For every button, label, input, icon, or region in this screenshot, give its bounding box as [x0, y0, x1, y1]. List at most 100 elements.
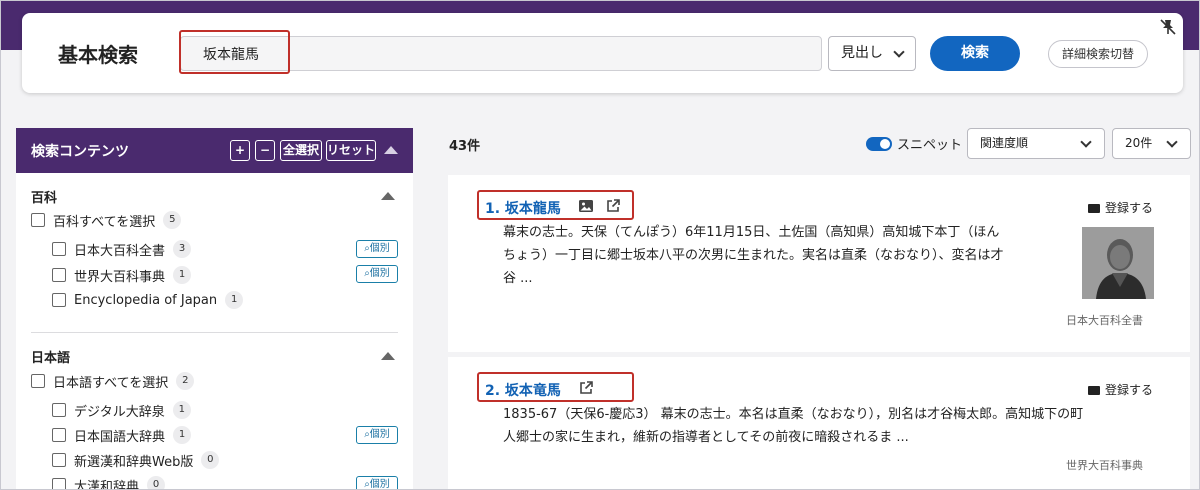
source-item-nikkoku[interactable]: 日本国語大辞典 1: [52, 425, 192, 445]
source-item-sekai[interactable]: 世界大百科事典 1: [52, 265, 192, 285]
select-all-hyakka[interactable]: 百科すべてを選択 5: [31, 210, 182, 230]
result-source: 日本大百科全書: [1066, 314, 1143, 327]
result-source: 世界大百科事典: [1066, 459, 1143, 472]
snippet-line: 谷 ...: [503, 271, 533, 286]
checkbox[interactable]: [31, 213, 45, 227]
checkbox-label: 日本大百科全書: [74, 243, 166, 259]
register-button[interactable]: 登録する: [1088, 381, 1153, 398]
source-item-daijisen[interactable]: デジタル大辞泉 1: [52, 400, 191, 420]
search-scope-label: 見出し: [841, 45, 883, 61]
basic-search-panel: 基本検索 見出し 検索 詳細検索切替: [22, 13, 1183, 93]
collapse-triangle-icon[interactable]: [384, 146, 398, 154]
portrait-image: [1082, 227, 1154, 299]
content-filter-title: 検索コンテンツ: [31, 144, 129, 160]
external-link-icon[interactable]: [605, 198, 621, 214]
expand-all-button[interactable]: +: [230, 140, 250, 161]
result-card: 1. 坂本龍馬 登録する 幕末の志士。天保（てんぽう）6年11月15日、土佐国（…: [448, 175, 1190, 352]
section-title-nihongo: 日本語: [31, 351, 71, 366]
result-snippet: 1835-67（天保6-慶応3） 幕末の志士。本名は直柔（なおなり），別名は才谷…: [503, 403, 1083, 449]
pin-off-icon[interactable]: [1159, 18, 1177, 36]
checkbox-label: 百科すべてを選択: [53, 214, 156, 230]
individual-search-button[interactable]: ⌕個別: [356, 265, 398, 283]
snippet-line: 幕末の志士。天保（てんぽう）6年11月15日、土佐国（高知県）高知城下本丁（ほん: [503, 225, 1000, 240]
collapse-triangle-icon[interactable]: [381, 192, 395, 200]
folder-plus-icon: [1088, 204, 1100, 213]
individual-search-button[interactable]: ⌕個別: [356, 476, 398, 490]
checkbox[interactable]: [31, 374, 45, 388]
search-input-wrapper: [180, 36, 822, 71]
individual-label: 個別: [369, 268, 390, 279]
section-divider: [31, 332, 398, 333]
source-item-daikanwa[interactable]: 大漢和辞典 0: [52, 475, 166, 490]
external-link-icon[interactable]: [578, 380, 594, 396]
snippet-toggle-label: スニペット: [897, 138, 963, 153]
checkbox[interactable]: [52, 293, 66, 307]
checkbox-label: Encyclopedia of Japan: [74, 292, 218, 308]
individual-label: 個別: [369, 429, 390, 440]
result-count: 43件: [449, 139, 481, 154]
result-title-link[interactable]: 1. 坂本龍馬: [485, 198, 561, 218]
count-badge: 0: [147, 476, 166, 490]
sort-order-label: 関連度順: [980, 136, 1029, 150]
register-button[interactable]: 登録する: [1088, 199, 1153, 216]
checkbox[interactable]: [52, 268, 66, 282]
search-title: 基本検索: [58, 43, 138, 67]
count-badge: 5: [163, 211, 182, 229]
count-badge: 0: [201, 451, 220, 469]
count-badge: 1: [173, 266, 192, 284]
image-icon[interactable]: [578, 198, 594, 214]
toggle-knob: [880, 139, 890, 149]
chevron-down-icon: [893, 46, 905, 58]
content-filter-header: 検索コンテンツ + − 全選択 リセット: [16, 128, 413, 173]
collapse-all-button[interactable]: −: [255, 140, 275, 161]
collapse-triangle-icon[interactable]: [381, 352, 395, 360]
checkbox[interactable]: [52, 453, 66, 467]
per-page-select[interactable]: 20件: [1112, 128, 1191, 159]
count-badge: 2: [176, 372, 195, 390]
checkbox-label: 日本語すべてを選択: [53, 375, 169, 391]
result-title-link[interactable]: 2. 坂本竜馬: [485, 380, 561, 400]
checkbox[interactable]: [52, 242, 66, 256]
individual-search-button[interactable]: ⌕個別: [356, 426, 398, 444]
source-item-kanwa-web[interactable]: 新選漢和辞典Web版 0: [52, 450, 220, 470]
chevron-down-icon: [1080, 136, 1092, 148]
checkbox[interactable]: [52, 403, 66, 417]
count-badge: 1: [173, 426, 192, 444]
section-title-hyakka: 百科: [31, 191, 58, 206]
content-filter-panel: 検索コンテンツ + − 全選択 リセット 百科 百科すべてを選択 5 日本大百科…: [16, 128, 413, 490]
snippet-toggle[interactable]: [866, 137, 892, 151]
result-card: 2. 坂本竜馬 登録する 1835-67（天保6-慶応3） 幕末の志士。本名は直…: [448, 357, 1190, 490]
checkbox-label: 日本国語大辞典: [74, 429, 166, 445]
advanced-search-toggle[interactable]: 詳細検索切替: [1048, 40, 1148, 68]
individual-label: 個別: [369, 479, 390, 490]
individual-search-button[interactable]: ⌕個別: [356, 240, 398, 258]
individual-label: 個別: [369, 243, 390, 254]
register-label: 登録する: [1105, 201, 1154, 215]
portrait-thumbnail[interactable]: [1082, 227, 1154, 299]
search-input[interactable]: [181, 37, 821, 70]
checkbox[interactable]: [52, 428, 66, 442]
snippet-line: 1835-67（天保6-慶応3） 幕末の志士。本名は直柔（なおなり），別名は才谷…: [503, 407, 1084, 422]
register-label: 登録する: [1105, 383, 1154, 397]
count-badge: 3: [173, 240, 192, 258]
checkbox[interactable]: [52, 478, 66, 490]
sort-order-select[interactable]: 関連度順: [967, 128, 1105, 159]
snippet-line: ちょう）一丁目に郷士坂本八平の次男に生まれた。実名は直柔（なおなり）、変名は才: [503, 248, 1004, 263]
search-scope-select[interactable]: 見出し: [828, 36, 916, 71]
folder-plus-icon: [1088, 386, 1100, 395]
checkbox-label: デジタル大辞泉: [74, 404, 165, 420]
per-page-label: 20件: [1125, 136, 1153, 150]
select-all-button[interactable]: 全選択: [280, 140, 322, 161]
checkbox-label: 世界大百科事典: [74, 269, 166, 285]
source-item-eoj[interactable]: Encyclopedia of Japan 1: [52, 290, 244, 310]
result-snippet: 幕末の志士。天保（てんぽう）6年11月15日、土佐国（高知県）高知城下本丁（ほん…: [503, 221, 1004, 290]
reset-button[interactable]: リセット: [326, 140, 376, 161]
count-badge: 1: [225, 291, 244, 309]
count-badge: 1: [172, 401, 191, 419]
select-all-nihongo[interactable]: 日本語すべてを選択 2: [31, 371, 195, 391]
checkbox-label: 大漢和辞典: [74, 479, 140, 490]
chevron-down-icon: [1166, 136, 1178, 148]
search-button[interactable]: 検索: [930, 36, 1020, 71]
source-item-nipponica[interactable]: 日本大百科全書 3: [52, 239, 192, 259]
snippet-line: 人郷士の家に生まれ，維新の指導者としてその前夜に暗殺されるま ...: [503, 430, 909, 445]
